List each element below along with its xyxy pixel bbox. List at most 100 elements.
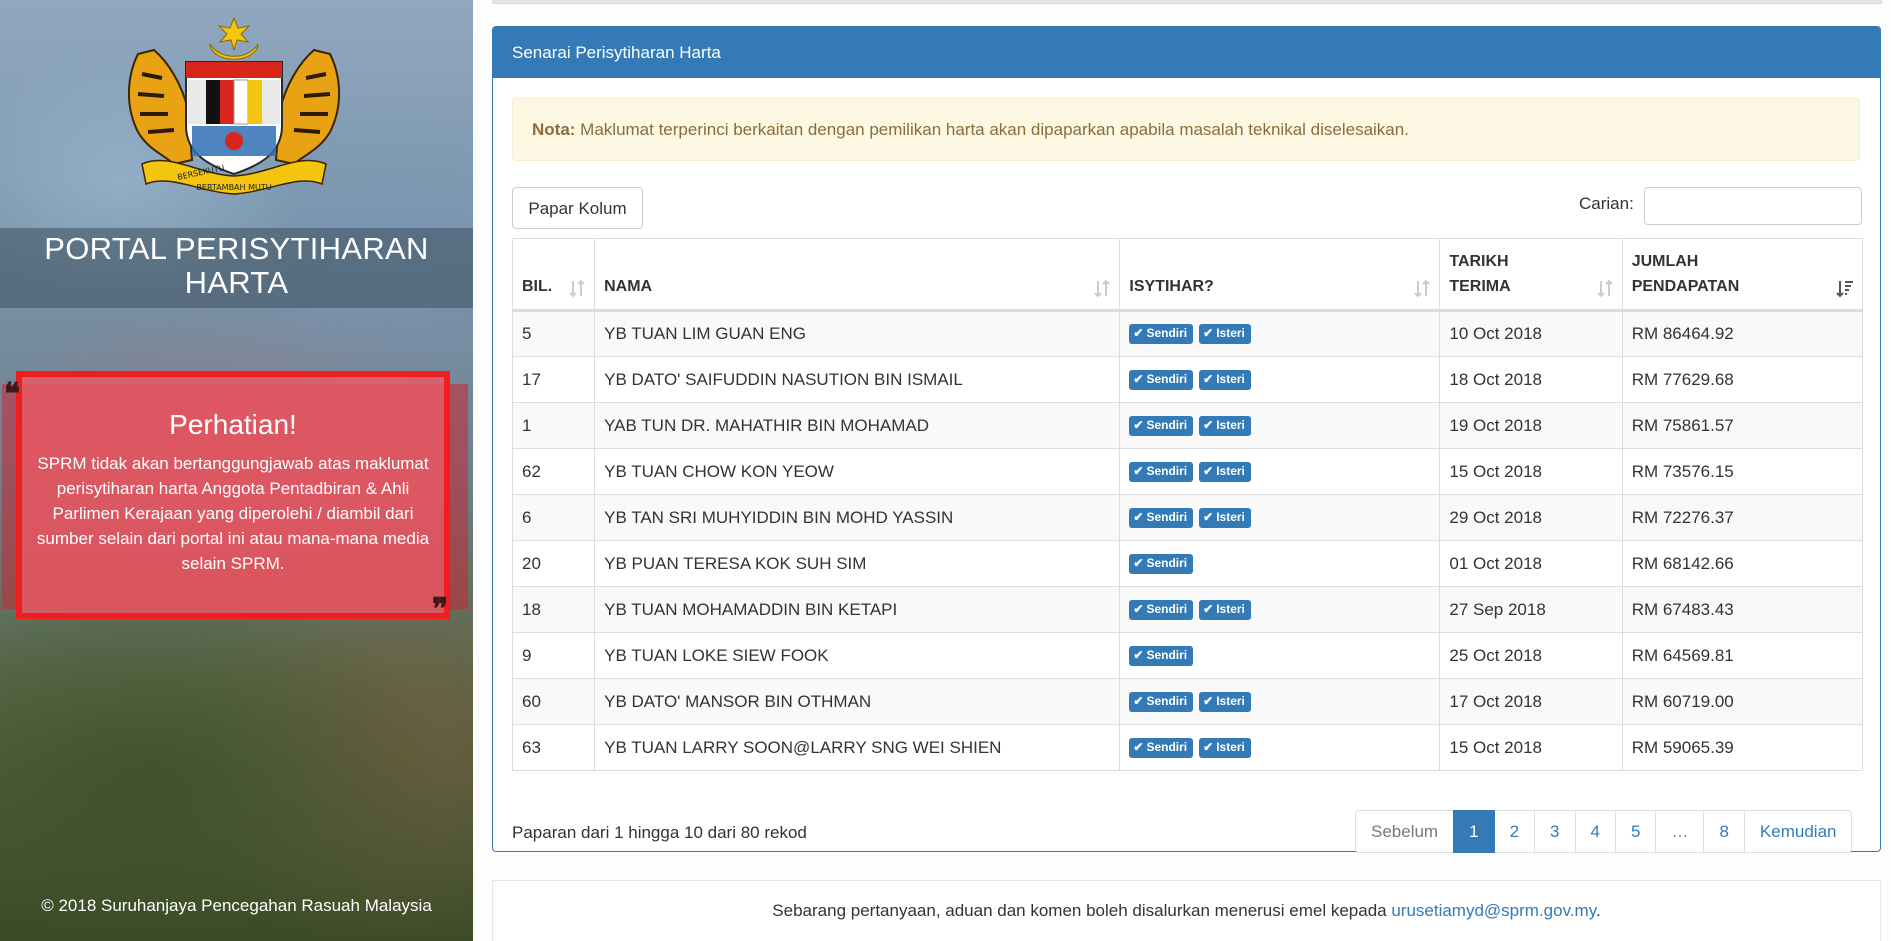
- cell-jumlah: RM 68142.66: [1621, 540, 1864, 587]
- cell-nama: YB TUAN CHOW KON YEOW: [594, 448, 1121, 495]
- page-button-5[interactable]: 5: [1614, 810, 1657, 853]
- cell-isytihar: ✔ Sendiri ✔ Isteri: [1119, 448, 1441, 495]
- table-row: 9 YB TUAN LOKE SIEW FOOK ✔ Sendiri 25 Oct 20…: [511, 632, 1864, 679]
- cell-jumlah: RM 86464.92: [1621, 310, 1864, 357]
- column-header-jumlah-line1: JUMLAH: [1631, 253, 1699, 270]
- cell-bil: 62: [511, 448, 596, 495]
- badge-isteri: ✔ Isteri: [1199, 369, 1251, 390]
- footer-email-link[interactable]: urusetiamyd@sprm.gov.my: [1391, 901, 1596, 920]
- column-header-jumlah[interactable]: JUMLAH PENDAPATAN: [1621, 238, 1864, 312]
- column-header-tarikh[interactable]: TARIKH TERIMA: [1439, 238, 1623, 312]
- badge-sendiri: ✔ Sendiri: [1129, 599, 1194, 620]
- check-icon: ✔: [1203, 693, 1214, 708]
- badge-isteri: ✔ Isteri: [1199, 507, 1251, 528]
- cell-tarikh: 15 Oct 2018: [1439, 724, 1623, 771]
- cell-isytihar: ✔ Sendiri ✔ Isteri: [1119, 402, 1441, 449]
- badge-sendiri-label: Sendiri: [1146, 509, 1188, 524]
- cell-tarikh: 29 Oct 2018: [1439, 494, 1623, 541]
- cell-tarikh: 17 Oct 2018: [1439, 678, 1623, 725]
- check-icon: ✔: [1203, 509, 1214, 524]
- notice-box: Perhatian! SPRM tidak akan bertanggungja…: [16, 371, 450, 619]
- badge-isteri-label: Isteri: [1216, 371, 1245, 386]
- badge-sendiri: ✔ Sendiri: [1129, 461, 1194, 482]
- badge-sendiri-label: Sendiri: [1146, 463, 1188, 478]
- table-row: 1 YAB TUN DR. MAHATHIR BIN MOHAMAD ✔ Sendir…: [511, 402, 1864, 449]
- badge-isteri: ✔ Isteri: [1199, 415, 1251, 436]
- cell-nama: YB TUAN LOKE SIEW FOOK: [594, 632, 1121, 679]
- page-button-8[interactable]: 8: [1703, 810, 1745, 853]
- badge-sendiri-label: Sendiri: [1146, 693, 1188, 708]
- check-icon: ✔: [1133, 326, 1144, 341]
- alert-label: Nota:: [532, 120, 576, 139]
- table-row: 62 YB TUAN CHOW KON YEOW ✔ Sendiri ✔ Isteri 15…: [511, 448, 1864, 495]
- badge-sendiri-label: Sendiri: [1146, 601, 1188, 616]
- footer-trail: .: [1595, 901, 1601, 920]
- cell-bil: 60: [511, 678, 596, 725]
- search-input[interactable]: [1644, 187, 1862, 225]
- page-ellipsis[interactable]: …: [1655, 810, 1705, 853]
- cell-nama: YB DATO' SAIFUDDIN NASUTION BIN ISMAIL: [594, 356, 1121, 403]
- badge-isteri: ✔ Isteri: [1199, 461, 1251, 482]
- check-icon: ✔: [1203, 463, 1214, 478]
- next-page-button[interactable]: Kemudian: [1743, 810, 1853, 853]
- column-header-bil[interactable]: BIL.: [511, 238, 596, 312]
- quote-close-icon: ❞: [432, 592, 449, 627]
- table-body: 5 YB TUAN LIM GUAN ENG ✔ Sendiri ✔ Isteri 10 O…: [511, 310, 1864, 771]
- badge-isteri-label: Isteri: [1216, 417, 1245, 432]
- cell-nama: YB TAN SRI MUHYIDDIN BIN MOHD YASSIN: [594, 494, 1121, 541]
- cell-bil: 9: [511, 632, 596, 679]
- portal-title-line1: PORTAL PERISYTIHARAN: [44, 231, 429, 266]
- cell-isytihar: ✔ Sendiri ✔ Isteri: [1119, 356, 1441, 403]
- badge-sendiri: ✔ Sendiri: [1129, 737, 1194, 758]
- table-row: 20 YB PUAN TERESA KOK SUH SIM ✔ Sendiri 01 O…: [511, 540, 1864, 587]
- check-icon: ✔: [1133, 739, 1144, 754]
- badge-sendiri: ✔ Sendiri: [1129, 645, 1194, 666]
- cell-nama: YB DATO' MANSOR BIN OTHMAN: [594, 678, 1121, 725]
- table-row: 18 YB TUAN MOHAMADDIN BIN KETAPI ✔ Sendiri ✔…: [511, 586, 1864, 633]
- check-icon: ✔: [1133, 647, 1144, 662]
- quote-open-icon: ❝: [4, 377, 21, 412]
- check-icon: ✔: [1133, 601, 1144, 616]
- check-icon: ✔: [1203, 601, 1214, 616]
- cell-isytihar: ✔ Sendiri: [1119, 632, 1441, 679]
- cell-nama: YB TUAN LIM GUAN ENG: [594, 310, 1121, 357]
- page-button-2[interactable]: 2: [1493, 810, 1536, 853]
- footer: Sebarang pertanyaan, aduan dan komen bol…: [492, 880, 1881, 941]
- badge-sendiri: ✔ Sendiri: [1129, 369, 1194, 390]
- cell-isytihar: ✔ Sendiri ✔ Isteri: [1119, 310, 1441, 357]
- check-icon: ✔: [1133, 463, 1144, 478]
- cell-isytihar: ✔ Sendiri ✔ Isteri: [1119, 678, 1441, 725]
- cell-isytihar: ✔ Sendiri ✔ Isteri: [1119, 494, 1441, 541]
- page-button-1[interactable]: 1: [1453, 810, 1495, 853]
- page-button-3[interactable]: 3: [1534, 810, 1576, 853]
- check-icon: ✔: [1203, 739, 1214, 754]
- badge-sendiri: ✔ Sendiri: [1129, 507, 1194, 528]
- badge-sendiri-label: Sendiri: [1146, 647, 1188, 662]
- column-header-isytihar[interactable]: ISYTIHAR?: [1119, 238, 1441, 312]
- page-button-4[interactable]: 4: [1574, 810, 1616, 853]
- badge-isteri: ✔ Isteri: [1199, 691, 1251, 712]
- cell-isytihar: ✔ Sendiri ✔ Isteri: [1119, 724, 1441, 771]
- column-header-nama[interactable]: NAMA: [594, 238, 1121, 312]
- alert-text: Maklumat terperinci berkaitan dengan pem…: [575, 120, 1409, 139]
- notice-title: Perhatian!: [169, 409, 297, 440]
- table-row: 6 YB TAN SRI MUHYIDDIN BIN MOHD YASSIN ✔ Se…: [511, 494, 1864, 541]
- cell-nama: YB TUAN MOHAMADDIN BIN KETAPI: [594, 586, 1121, 633]
- cell-bil: 1: [511, 402, 596, 449]
- cell-tarikh: 15 Oct 2018: [1439, 448, 1623, 495]
- prev-page-button[interactable]: Sebelum: [1355, 810, 1455, 853]
- cell-tarikh: 25 Oct 2018: [1439, 632, 1623, 679]
- badge-sendiri-label: Sendiri: [1146, 326, 1188, 341]
- table-row: 17 YB DATO' SAIFUDDIN NASUTION BIN ISMAIL…: [511, 356, 1864, 403]
- coat-of-arms-logo: BERSEKUTU BERTAMBAH MUTU: [128, 16, 340, 195]
- cell-jumlah: RM 77629.68: [1621, 356, 1864, 403]
- table-row: 5 YB TUAN LIM GUAN ENG ✔ Sendiri ✔ Isteri 10 O…: [511, 310, 1864, 357]
- show-columns-button[interactable]: Papar Kolum: [512, 187, 643, 229]
- cell-tarikh: 27 Sep 2018: [1439, 586, 1623, 633]
- cell-bil: 63: [511, 724, 596, 771]
- sort-desc-icon: [1836, 281, 1853, 298]
- badge-isteri-label: Isteri: [1216, 509, 1245, 524]
- cell-tarikh: 10 Oct 2018: [1439, 310, 1623, 357]
- check-icon: ✔: [1203, 417, 1214, 432]
- cell-jumlah: RM 73576.15: [1621, 448, 1864, 495]
